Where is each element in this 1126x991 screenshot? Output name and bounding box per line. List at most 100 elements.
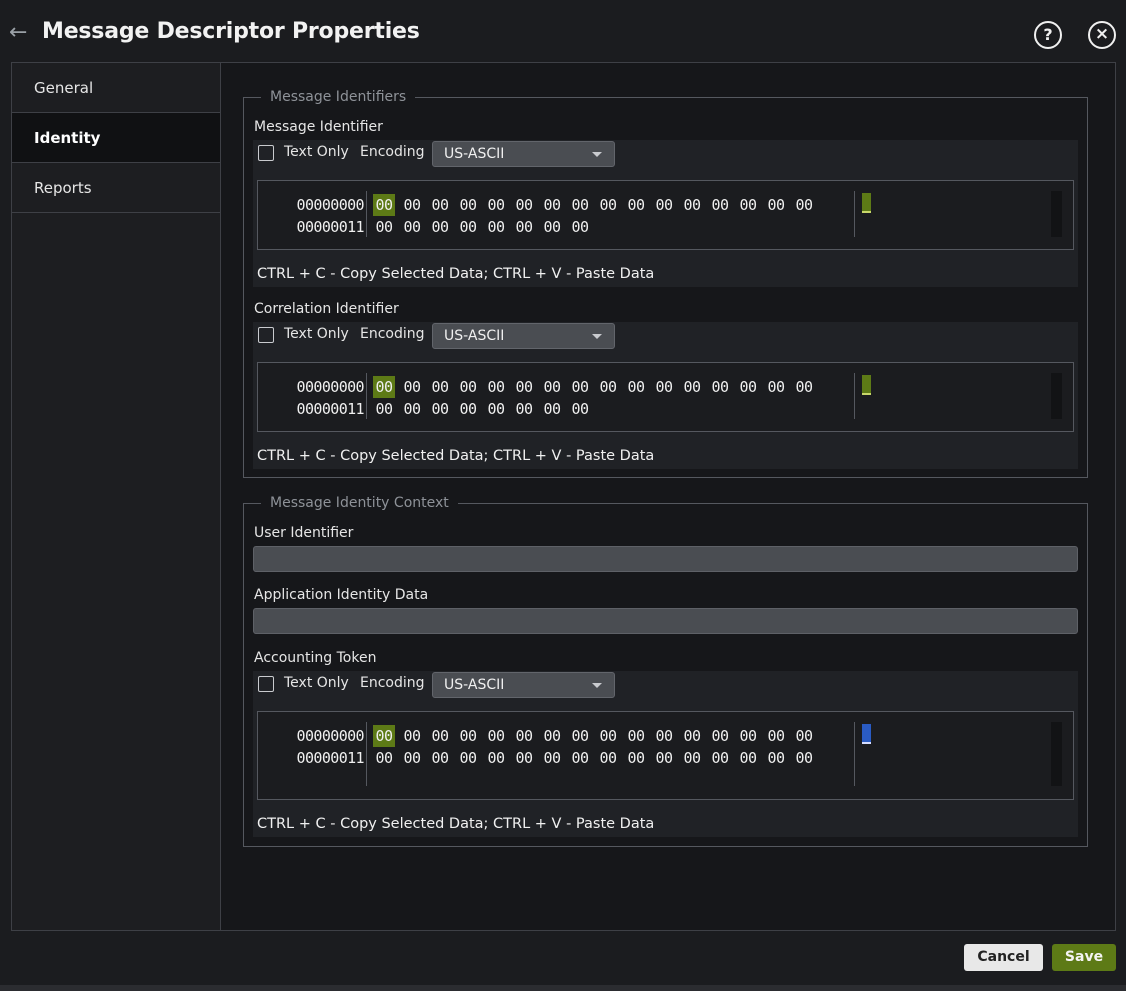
hex-byte[interactable]: 00 bbox=[373, 216, 395, 238]
hex-byte[interactable]: 00 bbox=[513, 376, 535, 398]
hex-byte[interactable]: 00 bbox=[793, 376, 815, 398]
hex-byte[interactable]: 00 bbox=[709, 747, 731, 769]
hex-byte[interactable]: 00 bbox=[737, 376, 759, 398]
hex-byte[interactable]: 00 bbox=[457, 747, 479, 769]
encoding-select[interactable]: US-ASCII bbox=[432, 323, 615, 349]
hex-byte[interactable]: 00 bbox=[401, 194, 423, 216]
hex-byte[interactable]: 00 bbox=[457, 725, 479, 747]
hex-byte[interactable]: 00 bbox=[541, 747, 563, 769]
application-identity-data-input[interactable] bbox=[253, 608, 1078, 634]
hex-view[interactable]: 00000000 00000011 00 00 00 00 00 00 00 00 00 00 00… bbox=[257, 180, 1074, 250]
encoding-select[interactable]: US-ASCII bbox=[432, 672, 615, 698]
hex-byte[interactable]: 00 bbox=[541, 194, 563, 216]
hex-byte[interactable]: 00 bbox=[569, 725, 591, 747]
hex-byte[interactable]: 00 bbox=[625, 725, 647, 747]
hex-byte[interactable]: 00 bbox=[569, 747, 591, 769]
hex-byte[interactable]: 00 bbox=[737, 747, 759, 769]
hex-byte[interactable]: 00 bbox=[681, 376, 703, 398]
hex-byte[interactable]: 00 bbox=[709, 194, 731, 216]
hex-byte[interactable]: 00 bbox=[681, 194, 703, 216]
save-button[interactable]: Save bbox=[1052, 944, 1116, 971]
hex-byte[interactable]: 00 bbox=[373, 194, 395, 216]
hex-byte[interactable]: 00 bbox=[401, 725, 423, 747]
hex-byte[interactable]: 00 bbox=[709, 725, 731, 747]
hex-byte[interactable]: 00 bbox=[765, 747, 787, 769]
hex-byte[interactable]: 00 bbox=[569, 194, 591, 216]
help-icon[interactable]: ? bbox=[1034, 21, 1062, 49]
hex-byte[interactable]: 00 bbox=[765, 194, 787, 216]
encoding-select[interactable]: US-ASCII bbox=[432, 141, 615, 167]
hex-byte[interactable]: 00 bbox=[513, 194, 535, 216]
hex-byte[interactable]: 00 bbox=[653, 747, 675, 769]
arrow-left-icon[interactable]: ← bbox=[9, 22, 31, 44]
hex-byte[interactable]: 00 bbox=[597, 725, 619, 747]
hex-byte[interactable]: 00 bbox=[457, 376, 479, 398]
scrollbar[interactable] bbox=[1051, 191, 1062, 237]
close-icon[interactable]: × bbox=[1088, 21, 1116, 49]
hex-byte[interactable]: 00 bbox=[737, 194, 759, 216]
hex-byte[interactable]: 00 bbox=[429, 398, 451, 420]
hex-view[interactable]: 00000000 00000011 00 00 00 00 00 00 00 00 00 00 00… bbox=[257, 711, 1074, 800]
scrollbar[interactable] bbox=[1051, 722, 1062, 786]
hex-byte[interactable]: 00 bbox=[513, 216, 535, 238]
hex-byte[interactable]: 00 bbox=[485, 376, 507, 398]
hex-byte[interactable]: 00 bbox=[485, 747, 507, 769]
hex-byte[interactable]: 00 bbox=[373, 747, 395, 769]
hex-byte[interactable]: 00 bbox=[373, 376, 395, 398]
byte-grid[interactable]: 00 00 00 00 00 00 00 00 00 00 00 00 00 00 00 00 00 00 00 0… bbox=[373, 194, 821, 238]
hex-byte[interactable]: 00 bbox=[373, 725, 395, 747]
hex-byte[interactable]: 00 bbox=[401, 398, 423, 420]
hex-byte[interactable]: 00 bbox=[513, 725, 535, 747]
hex-byte[interactable]: 00 bbox=[597, 376, 619, 398]
hex-byte[interactable]: 00 bbox=[625, 747, 647, 769]
hex-byte[interactable]: 00 bbox=[625, 194, 647, 216]
tab-general[interactable]: General bbox=[12, 63, 220, 113]
hex-byte[interactable]: 00 bbox=[765, 725, 787, 747]
text-only-checkbox[interactable] bbox=[258, 145, 274, 161]
hex-byte[interactable]: 00 bbox=[485, 398, 507, 420]
text-only-checkbox[interactable] bbox=[258, 327, 274, 343]
hex-byte[interactable]: 00 bbox=[541, 216, 563, 238]
tab-identity[interactable]: Identity bbox=[12, 113, 220, 163]
text-only-checkbox[interactable] bbox=[258, 676, 274, 692]
hex-byte[interactable]: 00 bbox=[681, 725, 703, 747]
user-identifier-input[interactable] bbox=[253, 546, 1078, 572]
hex-byte[interactable]: 00 bbox=[793, 725, 815, 747]
hex-byte[interactable]: 00 bbox=[485, 216, 507, 238]
hex-byte[interactable]: 00 bbox=[485, 725, 507, 747]
hex-byte[interactable]: 00 bbox=[429, 216, 451, 238]
hex-byte[interactable]: 00 bbox=[653, 194, 675, 216]
hex-byte[interactable]: 00 bbox=[457, 216, 479, 238]
hex-byte[interactable]: 00 bbox=[457, 194, 479, 216]
hex-byte[interactable]: 00 bbox=[793, 194, 815, 216]
hex-byte[interactable]: 00 bbox=[373, 398, 395, 420]
hex-byte[interactable]: 00 bbox=[569, 376, 591, 398]
hex-byte[interactable]: 00 bbox=[541, 376, 563, 398]
hex-byte[interactable]: 00 bbox=[653, 725, 675, 747]
hex-byte[interactable]: 00 bbox=[569, 398, 591, 420]
hex-byte[interactable]: 00 bbox=[765, 376, 787, 398]
hex-byte[interactable]: 00 bbox=[793, 747, 815, 769]
byte-grid[interactable]: 00 00 00 00 00 00 00 00 00 00 00 00 00 00 00 00 00 00 00 0… bbox=[373, 725, 821, 769]
hex-byte[interactable]: 00 bbox=[569, 216, 591, 238]
hex-byte[interactable]: 00 bbox=[597, 194, 619, 216]
hex-byte[interactable]: 00 bbox=[429, 194, 451, 216]
hex-view[interactable]: 00000000 00000011 00 00 00 00 00 00 00 00 00 00 00… bbox=[257, 362, 1074, 432]
hex-byte[interactable]: 00 bbox=[681, 747, 703, 769]
hex-byte[interactable]: 00 bbox=[513, 398, 535, 420]
hex-byte[interactable]: 00 bbox=[485, 194, 507, 216]
hex-byte[interactable]: 00 bbox=[429, 376, 451, 398]
hex-byte[interactable]: 00 bbox=[457, 398, 479, 420]
hex-byte[interactable]: 00 bbox=[709, 376, 731, 398]
hex-byte[interactable]: 00 bbox=[597, 747, 619, 769]
hex-byte[interactable]: 00 bbox=[541, 725, 563, 747]
hex-byte[interactable]: 00 bbox=[401, 747, 423, 769]
hex-byte[interactable]: 00 bbox=[429, 747, 451, 769]
hex-byte[interactable]: 00 bbox=[737, 725, 759, 747]
tab-reports[interactable]: Reports bbox=[12, 163, 220, 213]
hex-byte[interactable]: 00 bbox=[625, 376, 647, 398]
byte-grid[interactable]: 00 00 00 00 00 00 00 00 00 00 00 00 00 00 00 00 00 00 00 0… bbox=[373, 376, 821, 420]
hex-byte[interactable]: 00 bbox=[541, 398, 563, 420]
hex-byte[interactable]: 00 bbox=[513, 747, 535, 769]
hex-byte[interactable]: 00 bbox=[401, 376, 423, 398]
